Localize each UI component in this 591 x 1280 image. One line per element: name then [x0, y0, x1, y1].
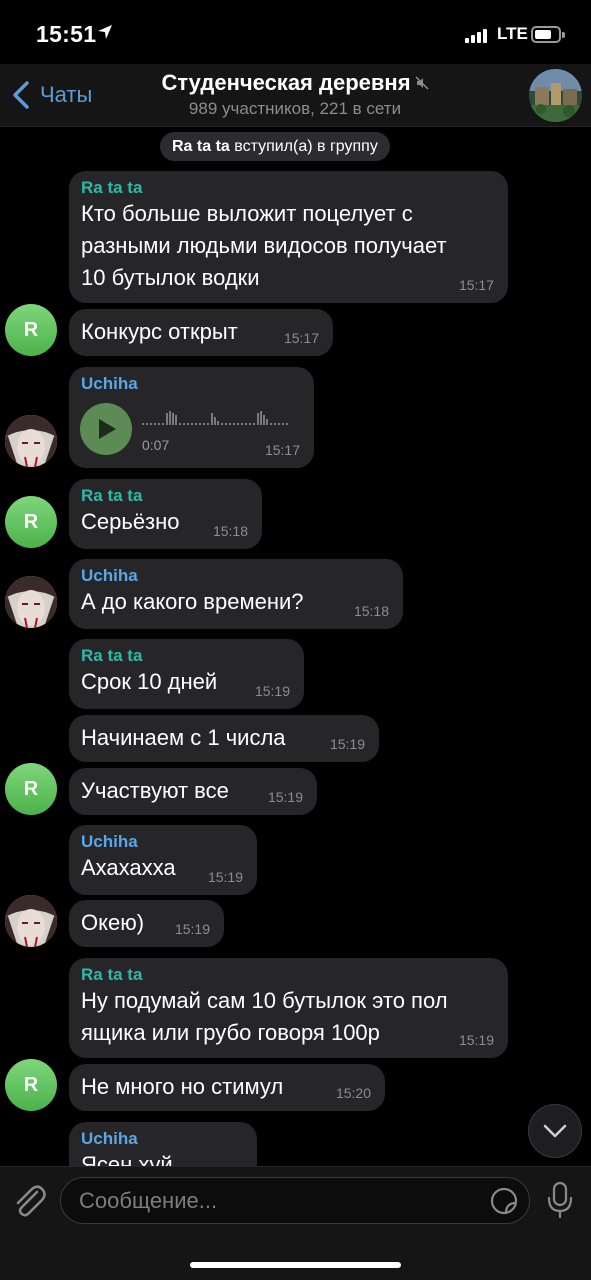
message-field [60, 1177, 530, 1224]
sender-name: Ra ta ta [81, 178, 143, 197]
message-text: Кто больше выложит поцелует с разными лю… [81, 201, 447, 290]
message-bubble[interactable]: Ra ta ta Ну подумай сам 10 бутылок это п… [69, 958, 508, 1058]
message-bubble[interactable]: Ra ta ta Кто больше выложит поцелует с р… [69, 171, 508, 303]
system-message-action: вступил(а) в группу [234, 138, 378, 155]
message-time: 15:20 [335, 1085, 371, 1101]
message-text: Ну подумай сам 10 бутылок это пол ящика … [81, 988, 448, 1045]
message-bubble[interactable]: Не много но стимул 15:20 [69, 1064, 385, 1111]
voice-message-bubble[interactable]: Uchiha 0:07 15:17 [69, 367, 314, 468]
message-time: 15:19 [207, 869, 243, 885]
message-time: 15:17 [458, 277, 494, 293]
avatar[interactable]: R [5, 496, 57, 548]
sender-name: Uchiha [81, 374, 138, 393]
message-bubble[interactable]: Окею) 15:19 [69, 900, 224, 947]
avatar[interactable] [5, 576, 57, 628]
message-input[interactable] [79, 1178, 479, 1223]
chat-subtitle: 989 участников, 221 в сети [188, 99, 402, 118]
message-time: 15:17 [264, 442, 300, 458]
attach-icon[interactable] [12, 1184, 48, 1218]
avatar[interactable] [5, 895, 57, 947]
chevron-left-icon [13, 81, 29, 109]
system-message-user: Ra ta ta [172, 138, 230, 155]
chat-title-area[interactable]: Студенческая деревня 989 участников, 221… [120, 70, 470, 119]
status-time: 15:51 [36, 21, 97, 47]
system-message: Ra ta ta вступил(а) в группу [160, 132, 390, 161]
muted-icon [415, 76, 429, 90]
chat-header: Чаты Студенческая деревня 989 участников… [0, 64, 591, 127]
chat-title: Студенческая деревня [161, 70, 411, 95]
message-time: 15:19 [254, 683, 290, 699]
network-type: LTE [497, 24, 528, 43]
microphone-icon[interactable] [546, 1181, 574, 1219]
message-text: Начинаем с 1 числа [81, 725, 286, 750]
message-time: 15:18 [212, 523, 248, 539]
scroll-to-bottom-button[interactable] [528, 1104, 582, 1158]
message-input-bar [0, 1166, 591, 1280]
back-label: Чаты [40, 82, 93, 107]
sender-name: Uchiha [81, 566, 138, 585]
message-text: А до какого времени? [81, 589, 304, 614]
sender-name: Ra ta ta [81, 965, 143, 984]
message-time: 15:18 [353, 603, 389, 619]
message-list: Ra ta ta вступил(а) в группу Ra ta ta Кт… [0, 128, 591, 1166]
location-arrow-icon [98, 25, 112, 39]
status-bar: 15:51 LTE [0, 0, 591, 64]
message-bubble[interactable]: Ra ta ta Срок 10 дней 15:19 [69, 639, 304, 709]
message-bubble[interactable]: Конкурс открыт 15:17 [69, 309, 333, 356]
back-button[interactable]: Чаты [10, 78, 92, 112]
avatar[interactable]: R [5, 304, 57, 356]
message-text: Ясен хуй [81, 1152, 173, 1166]
message-bubble[interactable]: Участвуют все 15:19 [69, 768, 317, 815]
group-avatar[interactable] [529, 69, 582, 122]
sender-name: Ra ta ta [81, 646, 143, 665]
message-bubble[interactable]: Uchiha А до какого времени? 15:18 [69, 559, 403, 629]
message-bubble[interactable]: Ra ta ta Серьёзно 15:18 [69, 479, 262, 549]
message-time: 15:17 [283, 330, 319, 346]
avatar[interactable]: R [5, 763, 57, 815]
message-bubble[interactable]: Начинаем с 1 числа 15:19 [69, 715, 379, 762]
message-time: 15:19 [329, 736, 365, 752]
sender-name: Ra ta ta [81, 486, 143, 505]
play-icon [99, 419, 116, 439]
home-indicator [190, 1262, 401, 1268]
avatar[interactable]: R [5, 1059, 57, 1111]
play-button[interactable] [80, 403, 132, 455]
message-time: 15:19 [458, 1032, 494, 1048]
signal-strength-icon [465, 27, 493, 43]
sticker-icon[interactable] [489, 1186, 519, 1216]
message-bubble[interactable]: Uchiha Ясен хуй [69, 1122, 257, 1166]
voice-duration: 0:07 [142, 437, 170, 453]
message-time: 15:19 [174, 921, 210, 937]
avatar[interactable] [5, 415, 57, 467]
chevron-down-icon [543, 1124, 567, 1138]
sender-name: Uchiha [81, 832, 138, 851]
message-bubble[interactable]: Uchiha Ахахахха 15:19 [69, 825, 257, 895]
battery-icon [531, 26, 565, 43]
voice-waveform [142, 411, 288, 425]
message-time: 15:19 [267, 789, 303, 805]
sender-name: Uchiha [81, 1129, 138, 1148]
message-text: Не много но стимул [81, 1074, 284, 1099]
